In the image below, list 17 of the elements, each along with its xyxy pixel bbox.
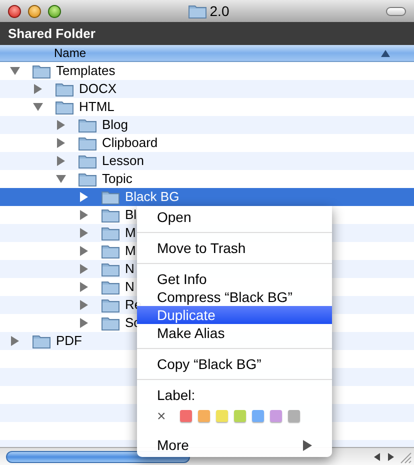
folder-name: Lesson bbox=[102, 152, 144, 170]
folder-name: M bbox=[125, 242, 136, 260]
folder-name: HTML bbox=[79, 98, 114, 116]
folder-name: Bl bbox=[125, 206, 137, 224]
folder-name: DOCX bbox=[79, 80, 117, 98]
folder-name: N bbox=[125, 278, 134, 296]
folder-name: Blog bbox=[102, 116, 128, 134]
folder-name: Templates bbox=[56, 62, 116, 80]
folder-name: N bbox=[125, 260, 134, 278]
folder-name: Clipboard bbox=[102, 134, 158, 152]
folder-name: Topic bbox=[102, 170, 132, 188]
folder-name: Black BG bbox=[125, 188, 180, 206]
folder-name: M bbox=[125, 224, 136, 242]
header-title: Shared Folder bbox=[8, 24, 96, 43]
menu-heading: Label: bbox=[157, 386, 196, 404]
window-title: 2.0 bbox=[210, 2, 230, 20]
folder-name: PDF bbox=[56, 332, 82, 350]
